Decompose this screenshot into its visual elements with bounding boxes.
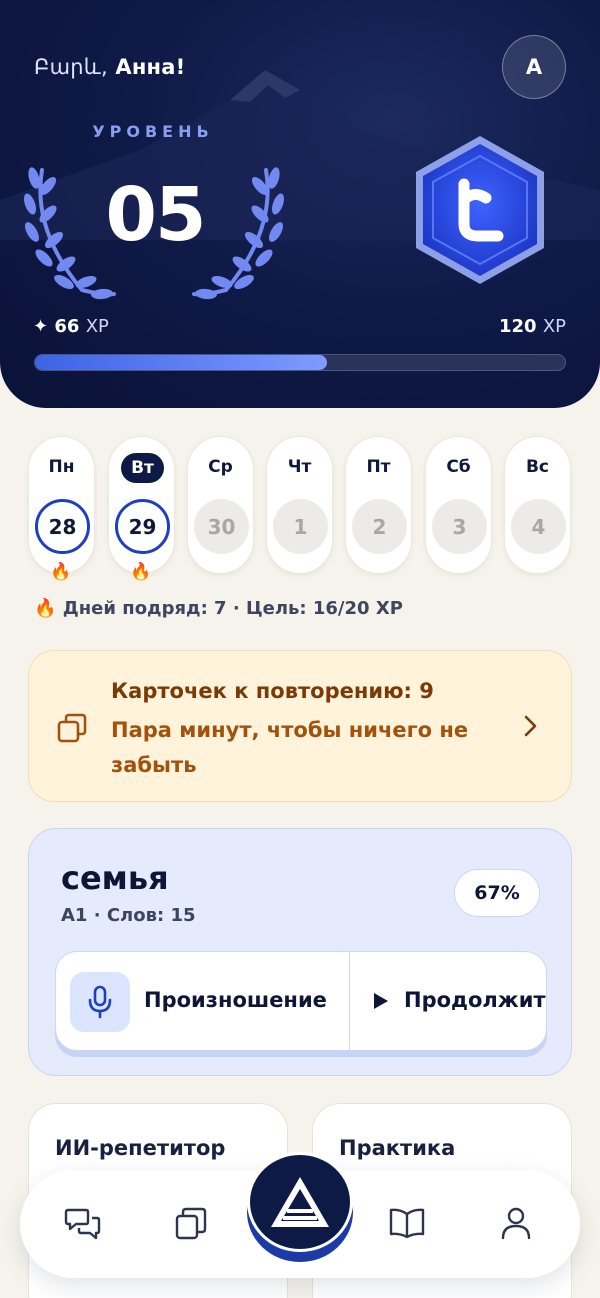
streak-summary: 🔥 Дней подряд: 7 · Цель: 16/20 XP [34,598,403,619]
day-pill[interactable]: Вс 4 [504,436,571,574]
day-label: Сб [446,457,471,477]
play-icon [374,993,388,1009]
day-date: 4 [511,499,566,554]
avatar[interactable]: A [502,35,566,99]
xp-progress-fill [35,355,327,370]
home-logo-icon [271,1177,329,1227]
topic-actions: Произношение Продолжить [55,951,547,1051]
xp-progress-bar [34,354,566,371]
topic-title: семья [61,859,169,897]
greeting-name: Анна! [115,55,186,79]
continue-label: Продолжить [404,988,547,1012]
review-card[interactable]: Карточек к повторению: 9 Пара минут, что… [28,650,572,802]
day-date: 30 [194,499,249,554]
day-pill[interactable]: Вт 29 [108,436,175,574]
continue-button[interactable]: Продолжить [350,952,547,1050]
level-badge-icon[interactable] [412,132,548,288]
mic-icon-box [70,972,130,1032]
week-streak: Пн 28 🔥 Вт 29 🔥 Ср 30 Чт 1 Пт 2 Сб 3 Вс 4 [28,436,572,582]
sparkle-icon: ✦ [33,316,49,337]
day-pill[interactable]: Сб 3 [425,436,492,574]
practice-label: Практика [339,1136,456,1160]
day-pill[interactable]: Чт 1 [266,436,333,574]
greeting: Բարև, Анна! [34,55,185,79]
topic-meta: A1 · Слов: 15 [61,905,196,926]
day-date: 3 [432,499,487,554]
fire-icon: 🔥 [50,562,72,582]
day-label: Вс [525,457,550,477]
review-title: Карточек к повторению: 9 [111,679,434,703]
cards-icon[interactable] [174,1206,208,1242]
fire-icon: 🔥 [130,562,152,582]
day-date: 2 [352,499,407,554]
xp-current: ✦ 66 XP [33,316,109,337]
xp-target-unit: XP [542,316,566,337]
review-subtitle: Пара минут, чтобы ничего не забыть [111,718,469,777]
greeting-hello: Բարև, [34,55,108,79]
topic-progress-badge: 67% [454,869,540,917]
xp-current-unit: XP [85,316,109,337]
day-date: 28 [35,499,90,554]
hero-panel: Բարև, Анна! A УРОВЕНЬ 05 ✦ 66 XP 120 XP [0,0,600,408]
day-label: Вт [121,453,164,483]
day-label: Ср [208,457,233,477]
day-pill[interactable]: Ср 30 [187,436,254,574]
pronunciation-label: Произношение [144,988,327,1012]
profile-icon[interactable] [500,1206,532,1240]
fire-icon: 🔥 [34,598,57,619]
xp-current-value: 66 [54,316,80,337]
cards-stack-icon [57,713,87,743]
day-date: 29 [115,499,170,554]
day-label: Чт [287,457,312,477]
pronunciation-button[interactable]: Произношение [56,952,350,1050]
topic-card[interactable]: семья A1 · Слов: 15 67% Произношение Про… [28,828,572,1076]
home-button[interactable] [247,1152,353,1262]
level-label: УРОВЕНЬ [92,122,214,141]
xp-target: 120 XP [499,316,566,337]
day-date: 1 [273,499,328,554]
day-label: Пт [366,457,391,477]
day-pill[interactable]: Пн 28 [28,436,95,574]
day-label: Пн [48,457,75,477]
streak-text: Дней подряд: 7 · Цель: 16/20 XP [62,598,403,619]
mic-icon [88,985,112,1019]
chevron-right-icon [524,715,537,737]
laurel-right-icon [192,167,285,300]
ai-tutor-label: ИИ-репетитор [55,1136,226,1160]
chat-icon[interactable] [64,1206,102,1242]
xp-target-value: 120 [498,316,537,337]
book-icon[interactable] [388,1206,426,1240]
day-pill[interactable]: Пт 2 [345,436,412,574]
home-button-face [247,1152,353,1252]
